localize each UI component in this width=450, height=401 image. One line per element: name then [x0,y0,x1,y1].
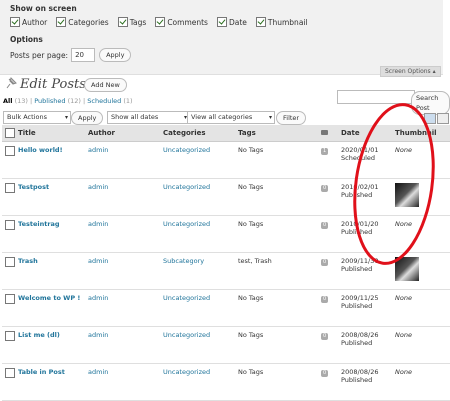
select-all-checkbox[interactable] [5,128,15,138]
filter-button[interactable]: Filter [276,111,307,125]
row-checkbox[interactable] [5,294,15,304]
post-thumbnail-none: None [395,368,412,376]
post-title-link[interactable]: Hello world! [18,146,63,154]
post-thumbnail-none: None [395,331,412,339]
post-category-link[interactable]: Uncategorized [163,331,210,339]
checkbox[interactable] [155,17,166,27]
column-toggle-thumbnail[interactable]: Thumbnail [255,17,308,27]
comment-icon [321,130,328,135]
posts-per-page-row: Posts per page: 20 Apply [10,48,132,62]
post-author-link[interactable]: admin [88,257,108,265]
screen-options-apply-button[interactable]: Apply [99,48,132,62]
categories-select[interactable]: View all categories ▾ [187,111,275,124]
filter-published-link[interactable]: Published [34,97,65,105]
row-checkbox[interactable] [5,146,15,156]
comment-count-bubble[interactable]: 0 [321,222,329,229]
checkbox[interactable] [10,17,20,27]
column-categories: Categories [163,125,238,142]
table-row: Table in Post admin Uncategorized No Tags 0 2… [2,363,450,401]
annotation-ellipse [353,103,435,265]
post-tags: No Tags [238,183,264,191]
show-on-screen-heading: Show on screen [10,4,77,13]
post-thumbnail-none: None [395,294,412,302]
post-author-link[interactable]: admin [88,294,108,302]
post-category-link[interactable]: Uncategorized [163,368,210,376]
screen-options-panel: Show on screen Author Categories Tags Co… [0,0,443,75]
bulk-actions-select[interactable]: Bulk Actions ▾ [3,111,71,124]
column-tags: Tags [238,125,321,142]
comment-count-bubble[interactable]: 0 [321,185,329,192]
comment-count-bubble[interactable]: 0 [321,370,329,377]
post-title-link[interactable]: Trash [18,257,38,265]
bulk-apply-button[interactable]: Apply [71,111,104,125]
checkbox[interactable] [117,17,128,27]
column-toggle-comments[interactable]: Comments [155,17,208,27]
post-status: Published [341,376,373,384]
filter-scheduled-link[interactable]: Scheduled [87,97,121,105]
table-row: Welcome to WP ! admin Uncategorized No Tags… [2,289,450,327]
post-author-link[interactable]: admin [88,368,108,376]
column-toggle-date[interactable]: Date [216,17,247,27]
post-tags: No Tags [238,368,264,376]
column-author: Author [88,125,163,142]
row-checkbox[interactable] [5,368,15,378]
post-category-link[interactable]: Uncategorized [163,183,210,191]
column-toggle-tags[interactable]: Tags [117,17,146,27]
chevron-down-icon: ▾ [64,114,68,121]
post-author-link[interactable]: admin [88,183,108,191]
chevron-down-icon: ▾ [268,114,272,121]
post-author-link[interactable]: admin [88,220,108,228]
add-new-button[interactable]: Add New [84,78,127,92]
filter-all-link[interactable]: All [3,97,13,105]
post-author-link[interactable]: admin [88,146,108,154]
checkbox[interactable] [255,17,266,27]
column-toggle-author[interactable]: Author [10,17,47,27]
post-title-link[interactable]: Testpost [18,183,49,191]
post-category-link[interactable]: Subcategory [163,257,204,265]
post-tags: No Tags [238,294,264,302]
screen-options-tab[interactable]: Screen Options ▴ [380,66,441,77]
post-title-link[interactable]: Table in Post [18,368,65,376]
column-title[interactable]: Title [18,125,88,142]
checkbox[interactable] [56,17,67,27]
post-status: Published [341,302,373,310]
checkbox[interactable] [216,17,227,27]
posts-per-page-label: Posts per page: [10,50,69,60]
post-category-link[interactable]: Uncategorized [163,146,210,154]
post-status: Published [341,339,373,347]
post-author-link[interactable]: admin [88,331,108,339]
comment-count-bubble[interactable]: 1 [321,148,329,155]
post-date: 2009/11/25 [341,294,379,302]
status-filter-links: All (13) | Published (12) | Scheduled (1… [3,97,133,105]
post-title-link[interactable]: List me (dl) [18,331,60,339]
post-date: 2008/08/26 [341,368,379,376]
row-checkbox[interactable] [5,331,15,341]
post-tags: No Tags [238,220,264,228]
post-category-link[interactable]: Uncategorized [163,294,210,302]
post-date: 2008/08/26 [341,331,379,339]
dates-select[interactable]: Show all dates ▾ [107,111,190,124]
row-checkbox[interactable] [5,183,15,193]
post-category-link[interactable]: Uncategorized [163,220,210,228]
row-checkbox[interactable] [5,257,15,267]
column-toggle-categories[interactable]: Categories [56,17,109,27]
row-checkbox[interactable] [5,220,15,230]
column-toggles: Author Categories Tags Comments Date Thu… [10,17,317,27]
pushpin-icon [6,77,17,89]
table-row: List me (dl) admin Uncategorized No Tags 0 20… [2,326,450,364]
posts-per-page-input[interactable]: 20 [71,48,96,62]
post-title-link[interactable]: Welcome to WP ! [18,294,80,302]
comment-count-bubble[interactable]: 0 [321,296,329,303]
comment-count-bubble[interactable]: 0 [321,333,329,340]
comment-count-bubble[interactable]: 0 [321,259,329,266]
post-title-link[interactable]: Testeintrag [18,220,60,228]
page-title: Edit Posts [20,77,86,92]
post-tags: No Tags [238,331,264,339]
post-tags: test, Trash [238,257,272,265]
options-heading: Options [10,35,43,44]
post-tags: No Tags [238,146,264,154]
